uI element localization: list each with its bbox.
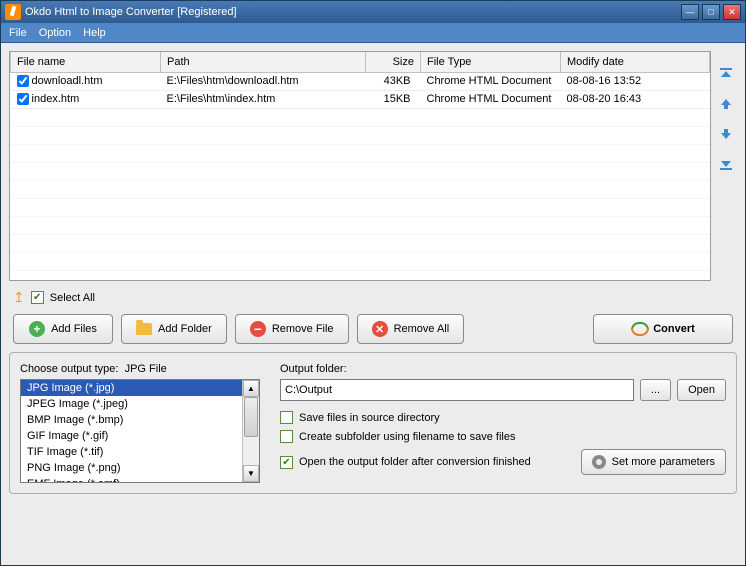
table-row[interactable]: index.htmE:\Files\htm\index.htm15KBChrom…	[11, 90, 710, 108]
list-item[interactable]: JPEG Image (*.jpeg)	[21, 396, 242, 412]
gear-icon	[592, 455, 606, 469]
list-item[interactable]: GIF Image (*.gif)	[21, 428, 242, 444]
browse-button[interactable]: ...	[640, 379, 671, 401]
output-type-label: Choose output type:	[20, 363, 118, 375]
app-icon	[5, 4, 21, 20]
list-item[interactable]: EMF Image (*.emf)	[21, 476, 242, 482]
select-all-label: Select All	[50, 292, 95, 304]
output-type-listbox[interactable]: JPG Image (*.jpg)JPEG Image (*.jpeg)BMP …	[21, 380, 242, 482]
listbox-scrollbar[interactable]: ▲ ▼	[242, 380, 259, 482]
scroll-down-button[interactable]: ▼	[243, 465, 259, 482]
create-subfolder-label: Create subfolder using filename to save …	[299, 431, 515, 443]
maximize-button[interactable]: □	[702, 4, 720, 20]
open-folder-button[interactable]: Open	[677, 379, 726, 401]
open-after-label: Open the output folder after conversion …	[299, 456, 531, 468]
column-filename[interactable]: File name	[11, 52, 161, 72]
output-folder-input[interactable]	[280, 379, 634, 401]
table-row[interactable]: downloadl.htmE:\Files\htm\downloadl.htm4…	[11, 72, 710, 90]
move-up-button[interactable]	[717, 95, 735, 113]
row-checkbox[interactable]	[17, 75, 29, 87]
minus-icon: −	[250, 321, 266, 337]
scroll-up-button[interactable]: ▲	[243, 380, 259, 397]
column-size[interactable]: Size	[366, 52, 421, 72]
file-list[interactable]: File name Path Size File Type Modify dat…	[9, 51, 711, 281]
move-bottom-button[interactable]	[717, 155, 735, 173]
list-item[interactable]: TIF Image (*.tif)	[21, 444, 242, 460]
remove-all-button[interactable]: ✕Remove All	[357, 314, 465, 344]
set-more-parameters-button[interactable]: Set more parameters	[581, 449, 726, 475]
close-button[interactable]: ✕	[723, 4, 741, 20]
open-after-checkbox[interactable]: ✔	[280, 456, 293, 469]
menubar: File Option Help	[1, 23, 745, 43]
column-path[interactable]: Path	[161, 52, 366, 72]
folder-up-icon[interactable]: ↥	[13, 289, 25, 306]
minimize-button[interactable]: —	[681, 4, 699, 20]
list-item[interactable]: BMP Image (*.bmp)	[21, 412, 242, 428]
folder-icon	[136, 321, 152, 337]
move-down-button[interactable]	[717, 125, 735, 143]
move-top-button[interactable]	[717, 65, 735, 83]
x-icon: ✕	[372, 321, 388, 337]
output-type-current: JPG File	[125, 363, 167, 375]
add-files-button[interactable]: +Add Files	[13, 314, 113, 344]
window-title: Okdo Html to Image Converter [Registered…	[25, 6, 681, 18]
list-item[interactable]: JPG Image (*.jpg)	[21, 380, 242, 396]
column-filetype[interactable]: File Type	[421, 52, 561, 72]
row-checkbox[interactable]	[17, 93, 29, 105]
create-subfolder-checkbox[interactable]	[280, 430, 293, 443]
select-all-checkbox[interactable]: ✔	[31, 291, 44, 304]
add-folder-button[interactable]: Add Folder	[121, 314, 227, 344]
remove-file-button[interactable]: −Remove File	[235, 314, 349, 344]
titlebar: Okdo Html to Image Converter [Registered…	[1, 1, 745, 23]
menu-file[interactable]: File	[9, 27, 27, 39]
scroll-thumb[interactable]	[244, 397, 258, 437]
convert-icon	[631, 321, 647, 337]
list-item[interactable]: PNG Image (*.png)	[21, 460, 242, 476]
convert-button[interactable]: Convert	[593, 314, 733, 344]
save-in-source-checkbox[interactable]	[280, 411, 293, 424]
menu-help[interactable]: Help	[83, 27, 106, 39]
plus-icon: +	[29, 321, 45, 337]
save-in-source-label: Save files in source directory	[299, 412, 440, 424]
column-modifydate[interactable]: Modify date	[561, 52, 710, 72]
menu-option[interactable]: Option	[39, 27, 71, 39]
output-folder-label: Output folder:	[280, 363, 726, 375]
